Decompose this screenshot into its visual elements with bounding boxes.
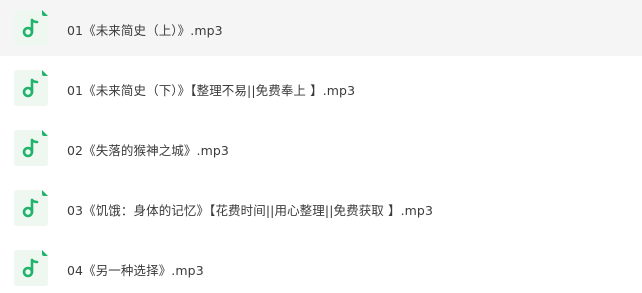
- audio-file-icon: [14, 250, 48, 286]
- file-list: 01《未来简史（上）》.mp3 01《未来简史（下）》【整理不易||免费奉上 】…: [0, 0, 642, 293]
- file-row[interactable]: 02《失落的猴神之城》.mp3: [0, 120, 642, 176]
- file-name: 02《失落的猴神之城》.mp3: [67, 143, 229, 158]
- file-row[interactable]: 03《饥饿：身体的记忆》【花费时间||用心整理||免费获取 】.mp3: [0, 180, 642, 236]
- audio-file-icon: [14, 10, 48, 46]
- audio-file-icon: [14, 70, 48, 106]
- file-name: 03《饥饿：身体的记忆》【花费时间||用心整理||免费获取 】.mp3: [67, 203, 434, 218]
- file-name: 04《另一种选择》.mp3: [67, 263, 204, 278]
- file-row[interactable]: 01《未来简史（下）》【整理不易||免费奉上 】.mp3: [0, 60, 642, 116]
- file-name: 01《未来简史（上）》.mp3: [67, 23, 223, 38]
- audio-file-icon: [14, 190, 48, 226]
- file-row[interactable]: 04《另一种选择》.mp3: [0, 240, 642, 293]
- file-name: 01《未来简史（下）》【整理不易||免费奉上 】.mp3: [67, 83, 356, 98]
- audio-file-icon: [14, 130, 48, 166]
- file-row[interactable]: 01《未来简史（上）》.mp3: [0, 0, 642, 56]
